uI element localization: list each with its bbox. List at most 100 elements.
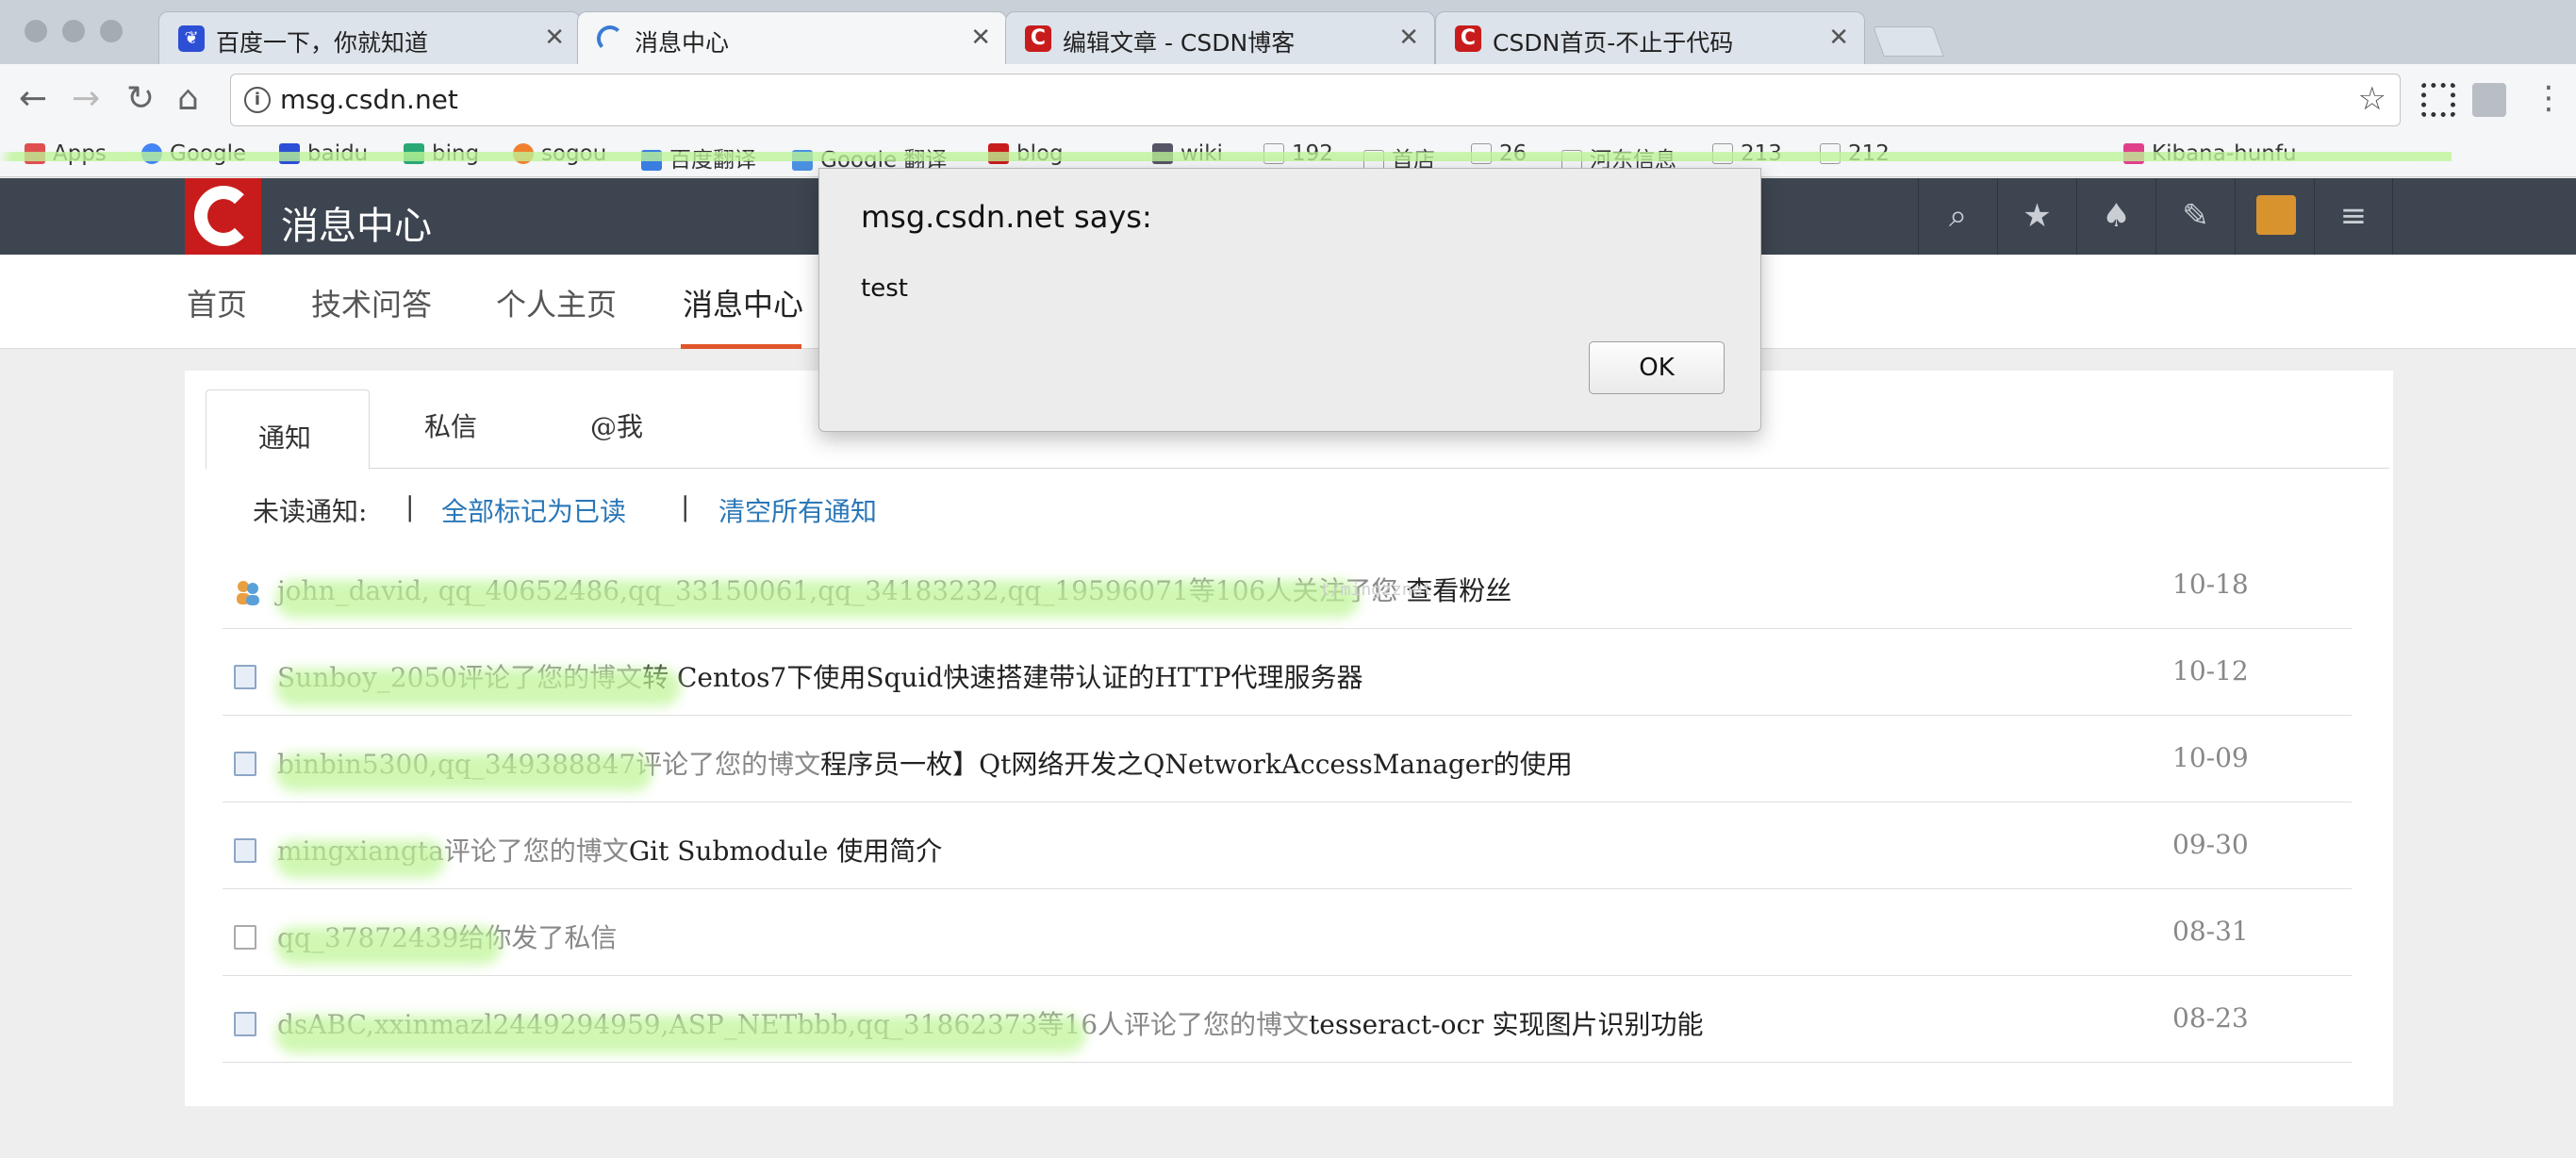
bookmark-star-icon[interactable]: ☆ [2358,80,2386,118]
baidu-translate-icon [641,150,662,171]
watermark-text: t/mingzznet [1320,580,1433,600]
notifications-panel: 通知 私信 @我 未读通知: | 全部标记为已读 | 清空所有通知 john_d… [185,371,2393,1106]
loading-spinner-icon [597,25,623,52]
reload-icon[interactable]: ↻ [126,79,155,118]
subnav-profile[interactable]: 个人主页 [496,281,617,324]
bookmark-item[interactable]: bing [404,141,479,166]
mark-all-read-link[interactable]: 全部标记为已读 [441,491,626,529]
info-icon[interactable]: i [244,87,271,113]
page-icon [1820,143,1841,164]
bookmark-item[interactable]: wiki [1152,141,1223,166]
address-bar[interactable]: i msg.csdn.net ☆ [230,74,2401,126]
bookmark-item[interactable]: 百度翻译 [641,141,756,174]
tab-private-messages[interactable]: 私信 [424,406,477,444]
article-link[interactable]: 转 Centos7下使用Squid快速搭建带认证的HTTP代理服务器 [642,662,1362,693]
maximize-window-button[interactable] [100,20,123,42]
unread-label: 未读通知: [253,496,368,527]
subnav-qa[interactable]: 技术问答 [311,281,432,324]
notification-row[interactable]: john_david, qq_40652486,qq_33150061,qq_3… [223,542,2352,629]
avatar[interactable] [2235,178,2314,255]
doc-icon [234,752,256,776]
bookmark-item[interactable]: 213 [1712,141,1782,166]
bookmark-item[interactable]: 26 [1471,141,1527,166]
notification-date: 10-09 [2172,742,2249,773]
notification-row[interactable]: qq_37872439给你发了私信 08-31 [223,889,2352,976]
browser-toolbar: ← → ↻ ⌂ i msg.csdn.net ☆ ⋮ [0,64,2576,136]
doc-icon [234,665,256,689]
page-icon [1712,143,1733,164]
ok-button[interactable]: OK [1589,341,1725,394]
page-icon [234,925,256,950]
page-icon [1471,143,1492,164]
notification-row[interactable]: Sunboy_2050评论了您的博文转 Centos7下使用Squid快速搭建带… [223,629,2352,716]
notification-text: dsABC,xxinmazl2449294959,ASP_NETbbb,qq_3… [277,1009,1704,1040]
doc-icon [234,1012,256,1036]
bookmark-item[interactable]: Google [141,141,246,166]
separator: | [681,491,690,522]
browser-tab-edit-article[interactable]: C 编辑文章 - CSDN博客 ✕ [1005,11,1435,64]
menu-icon[interactable]: ≡ [2314,178,2393,255]
clear-all-link[interactable]: 清空所有通知 [718,491,877,529]
browser-tab-strip: ❦ 百度一下，你就知道 ✕ 消息中心 ✕ C 编辑文章 - CSDN博客 ✕ C… [0,0,2576,64]
bookmark-item[interactable]: sogou [513,141,606,166]
bookmark-item[interactable]: 212 [1820,141,1890,166]
bell-icon[interactable]: ♠ [2076,178,2155,255]
tab-title: 百度一下，你就知道 [216,29,429,57]
notification-row[interactable]: mingxiangta评论了您的博文Git Submodule 使用简介 09-… [223,802,2352,889]
close-tab-icon[interactable]: ✕ [970,24,991,52]
subnav-message-center[interactable]: 消息中心 [683,281,803,324]
csdn-favicon-icon: C [1455,25,1481,52]
extension-icon[interactable] [2472,83,2506,117]
article-link[interactable]: Git Submodule 使用简介 [629,835,942,867]
star-icon[interactable]: ★ [1997,178,2076,255]
article-link[interactable]: 程序员一枚】Qt网络开发之QNetworkAccessManager的使用 [820,749,1573,780]
browser-menu-icon[interactable]: ⋮ [2533,79,2565,117]
close-tab-icon[interactable]: ✕ [1398,24,1419,52]
minimize-window-button[interactable] [62,20,85,42]
bookmark-item[interactable]: Kibana-hunfu [2123,141,2297,166]
separator: | [405,491,415,522]
csdn-favicon-icon: C [1025,25,1051,52]
forward-arrow-icon[interactable]: → [72,79,100,118]
browser-tab-baidu[interactable]: ❦ 百度一下，你就知道 ✕ [158,11,581,64]
close-tab-icon[interactable]: ✕ [544,24,565,52]
apps-grid-icon [25,143,45,164]
url-text[interactable]: msg.csdn.net [280,84,458,115]
home-icon[interactable]: ⌂ [177,79,199,118]
back-arrow-icon[interactable]: ← [19,79,47,118]
tab-title: 消息中心 [635,29,730,57]
bookmark-item[interactable]: 192 [1263,141,1333,166]
google-icon [141,143,162,164]
bookmark-item[interactable]: baidu [279,141,368,166]
csdn-logo[interactable] [185,178,261,255]
bookmark-item[interactable]: Apps [25,141,107,166]
qr-code-icon[interactable] [2421,83,2455,117]
tab-mentions[interactable]: @我 [590,406,643,444]
search-icon[interactable]: ⌕ [1918,178,1997,255]
kibana-icon [2123,143,2144,164]
csdn-icon [988,143,1009,164]
new-tab-button[interactable] [1873,26,1944,57]
notification-row[interactable]: dsABC,xxinmazl2449294959,ASP_NETbbb,qq_3… [223,976,2352,1063]
tab-notifications-label[interactable]: 通知 [258,418,311,455]
browser-tab-csdn-home[interactable]: C CSDN首页-不止于代码 ✕ [1435,11,1865,64]
doc-icon [234,838,256,863]
browser-tab-message-center[interactable]: 消息中心 ✕ [577,11,1007,64]
tab-title: CSDN首页-不止于代码 [1493,29,1734,57]
dialog-message: test [861,274,908,303]
bing-icon [404,143,424,164]
edit-icon[interactable]: ✎ [2155,178,2235,255]
close-window-button[interactable] [25,20,47,42]
article-link[interactable]: tesseract-ocr 实现图片识别功能 [1309,1009,1703,1040]
page-icon [1263,143,1284,164]
notification-text: Sunboy_2050评论了您的博文转 Centos7下使用Squid快速搭建带… [277,662,1363,693]
alert-dialog: msg.csdn.net says: test OK [818,168,1761,432]
notification-date: 10-18 [2172,569,2249,600]
notification-text: qq_37872439给你发了私信 [277,922,618,953]
notification-date: 08-31 [2172,916,2249,947]
close-tab-icon[interactable]: ✕ [1828,24,1849,52]
bookmark-item[interactable]: blog [988,141,1064,166]
wiki-icon [1152,143,1173,164]
notification-row[interactable]: binbin5300,qq_349388847评论了您的博文程序员一枚】Qt网络… [223,716,2352,802]
subnav-home[interactable]: 首页 [187,281,247,324]
